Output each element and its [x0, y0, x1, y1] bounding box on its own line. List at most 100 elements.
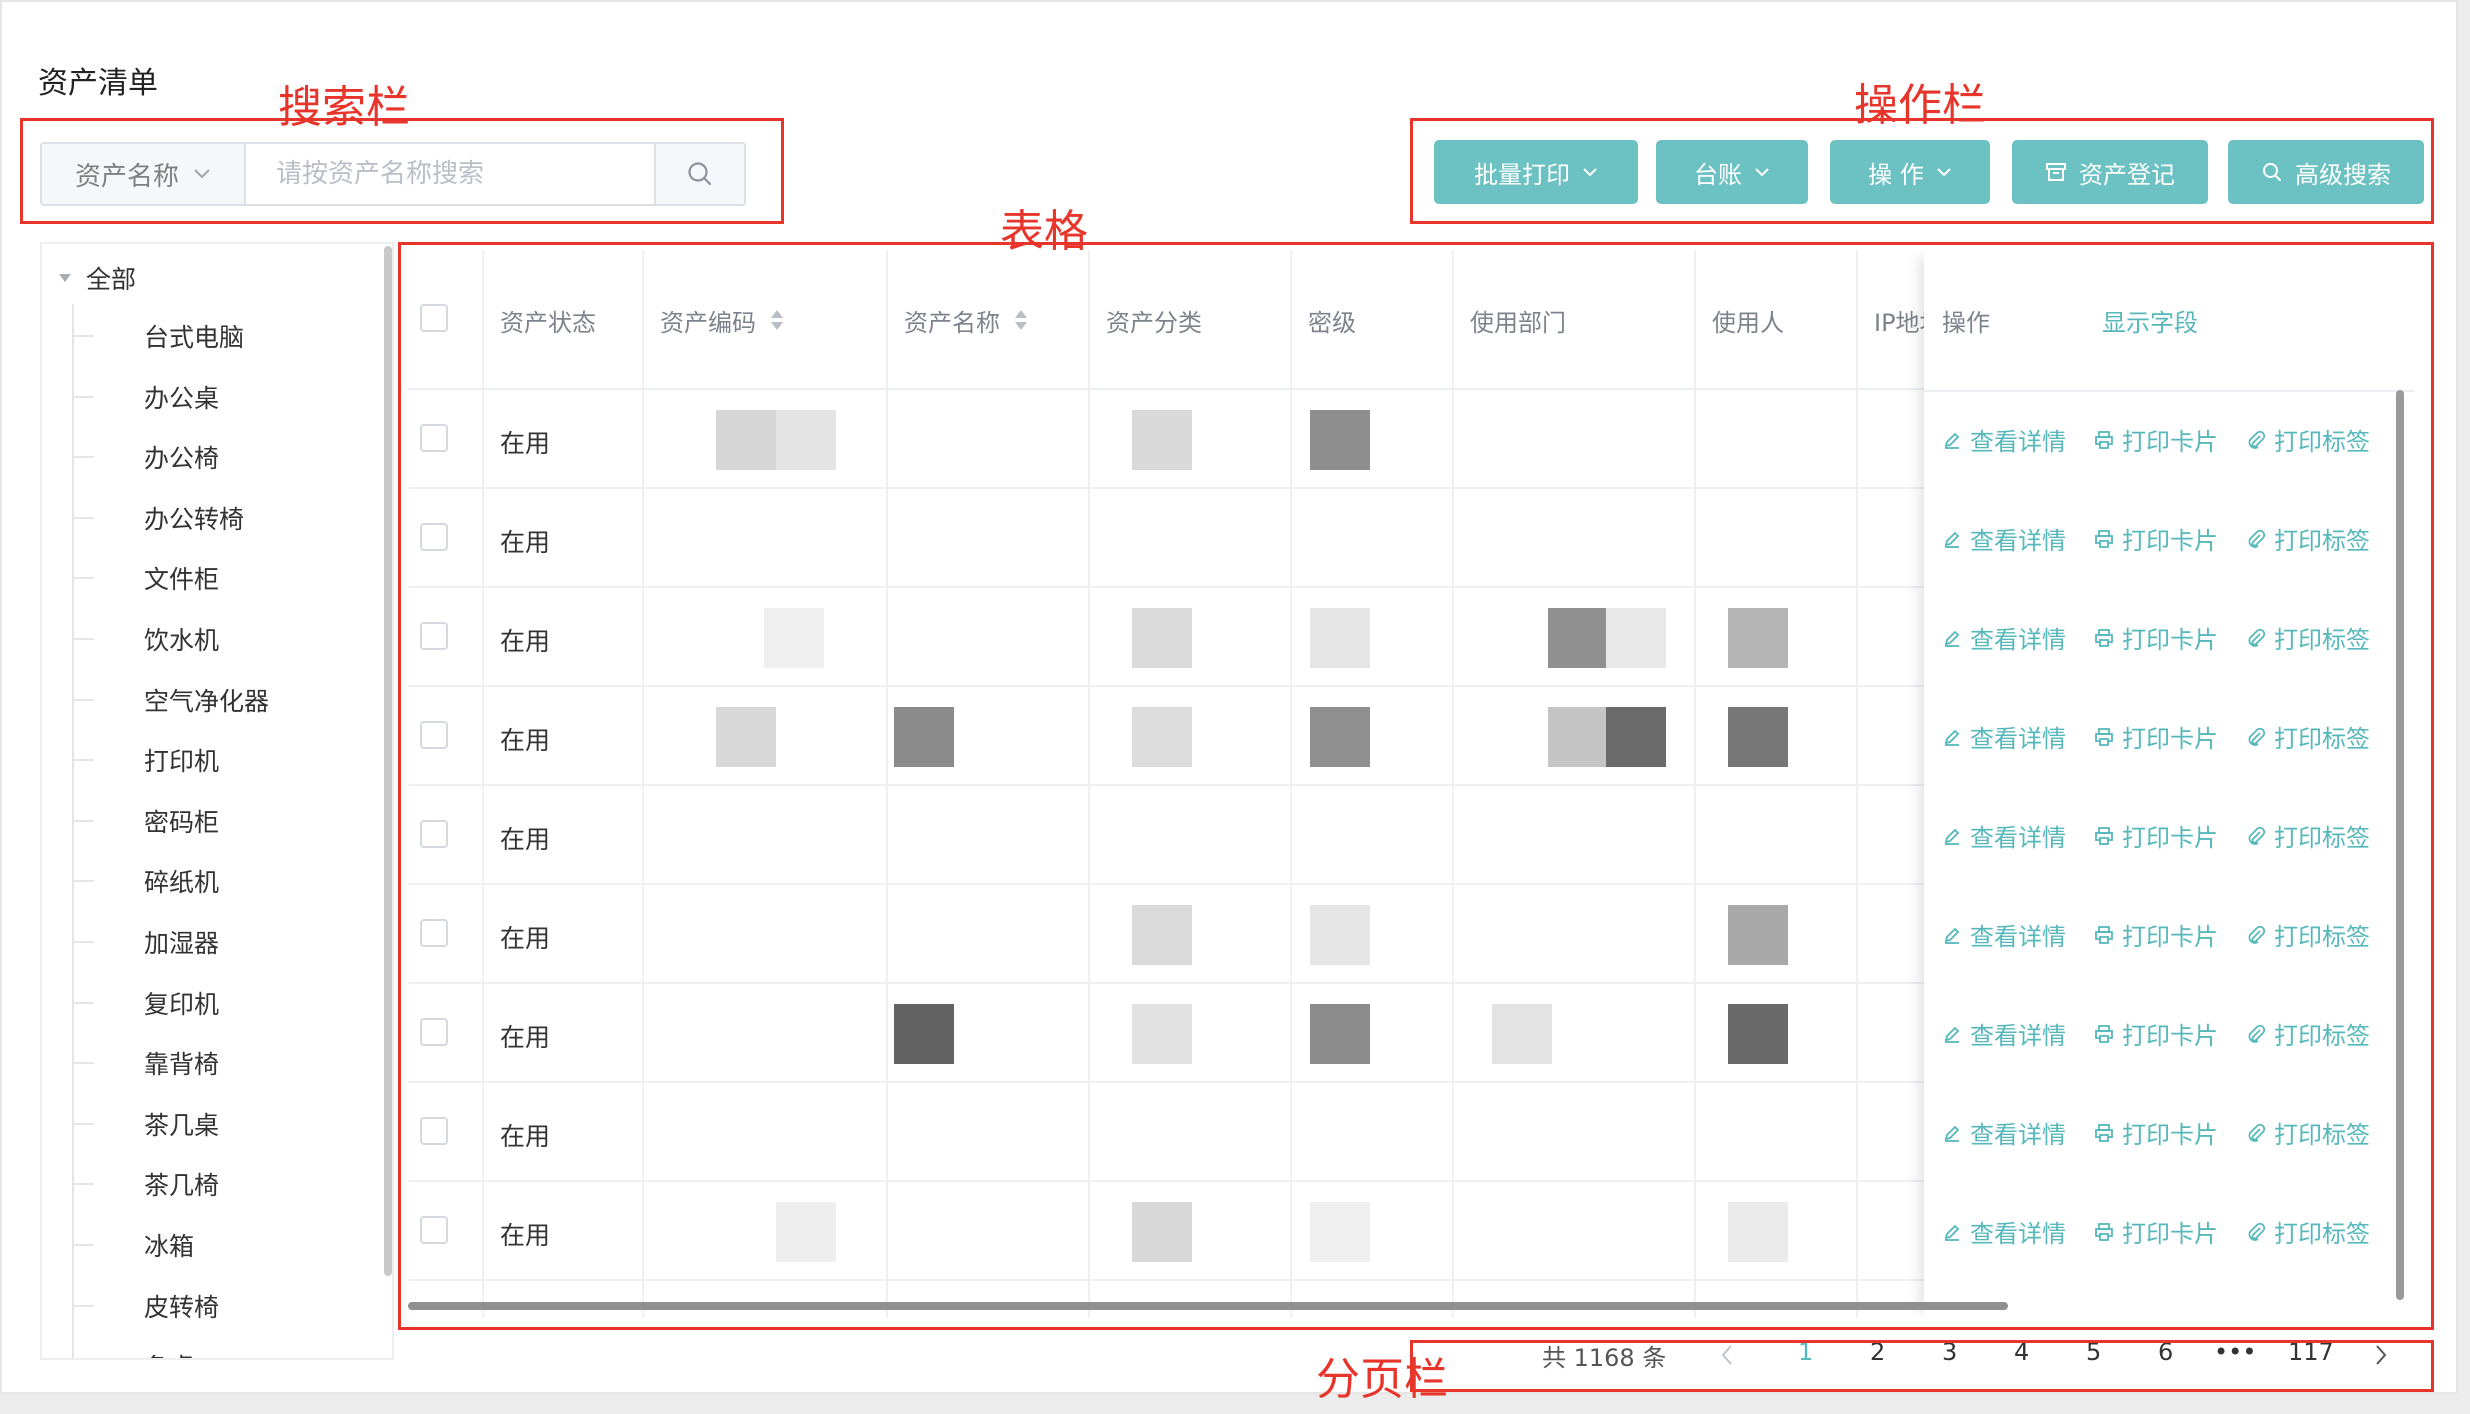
row-actions: 查看详情 打印卡片 打印标签 — [1942, 1214, 2370, 1249]
operate-button[interactable]: 操 作 — [1830, 140, 1990, 204]
tree-scrollbar[interactable] — [384, 246, 392, 1276]
asset-table: 在用 在用 在用 在用 在用 在用 在用 在用 在用 资产状态 资产编码 资产名称 资产分类 密… — [408, 250, 2414, 1318]
row-action-print-card[interactable]: 打印卡片 — [2094, 521, 2218, 556]
row-checkbox[interactable] — [420, 1018, 448, 1046]
row-checkbox[interactable] — [420, 523, 448, 551]
table-vertical-scrollbar[interactable] — [2396, 390, 2404, 1300]
redacted-cell — [716, 707, 776, 767]
page-number[interactable]: 3 — [1942, 1338, 1957, 1366]
search-button[interactable] — [654, 144, 744, 204]
tree-connector — [72, 1062, 94, 1065]
tree-item[interactable]: 冰箱 — [72, 1225, 194, 1265]
row-action-print-card[interactable]: 打印卡片 — [2094, 1016, 2218, 1051]
tree-item[interactable]: 台式电脑 — [72, 316, 244, 356]
tree-root[interactable]: 全部 — [58, 258, 136, 298]
row-action-print-label[interactable]: 打印标签 — [2246, 818, 2370, 853]
table-horizontal-scrollbar[interactable] — [408, 1302, 2008, 1310]
row-action-print-label[interactable]: 打印标签 — [2246, 1214, 2370, 1249]
row-checkbox[interactable] — [420, 919, 448, 947]
tree-connector — [72, 335, 94, 337]
printer-icon — [2095, 529, 2113, 548]
row-action-view[interactable]: 查看详情 — [1942, 917, 2066, 952]
batch-print-button[interactable]: 批量打印 — [1434, 140, 1638, 204]
pagination-ellipsis[interactable]: ••• — [2214, 1338, 2256, 1366]
tree-item[interactable]: 皮转椅 — [72, 1286, 219, 1326]
tree-item[interactable]: 文件柜 — [72, 558, 219, 598]
row-action-print-card[interactable]: 打印卡片 — [2094, 422, 2218, 457]
row-action-view[interactable]: 查看详情 — [1942, 1115, 2066, 1150]
select-all-checkbox[interactable] — [420, 304, 448, 332]
row-action-view[interactable]: 查看详情 — [1942, 1214, 2066, 1249]
tree-item[interactable]: 打印机 — [72, 740, 219, 780]
row-status: 在用 — [500, 1122, 551, 1151]
prev-page-icon[interactable] — [1720, 1344, 1734, 1366]
tree-item[interactable]: 办公转椅 — [72, 498, 244, 538]
tree-item[interactable]: 茶几椅 — [72, 1164, 219, 1204]
tree-item[interactable]: 碎纸机 — [72, 861, 219, 901]
row-checkbox[interactable] — [420, 1117, 448, 1145]
row-checkbox[interactable] — [420, 721, 448, 749]
tree-item[interactable]: 加湿器 — [72, 922, 219, 962]
tree-item-label: 密码柜 — [144, 807, 220, 837]
edit-icon — [1944, 531, 1960, 548]
row-action-label: 打印标签 — [2274, 1121, 2370, 1149]
search-input[interactable] — [246, 144, 654, 204]
row-checkbox[interactable] — [420, 820, 448, 848]
row-action-print-card[interactable]: 打印卡片 — [2094, 719, 2218, 754]
tree-item[interactable]: 办公椅 — [72, 437, 219, 477]
row-action-print-card[interactable]: 打印卡片 — [2094, 818, 2218, 853]
row-action-print-card[interactable]: 打印卡片 — [2094, 917, 2218, 952]
row-action-print-card[interactable]: 打印卡片 — [2094, 1115, 2218, 1150]
tree-item-label: 加湿器 — [144, 929, 220, 958]
row-action-view[interactable]: 查看详情 — [1942, 521, 2066, 556]
tree-item[interactable]: 空气净化器 — [72, 680, 269, 720]
tree-item[interactable]: 办公桌 — [72, 377, 219, 417]
row-action-label: 打印标签 — [2274, 1220, 2370, 1248]
printer-icon — [2095, 925, 2113, 944]
ledger-button[interactable]: 台账 — [1656, 140, 1808, 204]
row-checkbox[interactable] — [420, 622, 448, 650]
page-card: 资产清单 资产名称 批量打印 台账 操 作 资产登记 高 — [0, 0, 2458, 1394]
row-action-view[interactable]: 查看详情 — [1942, 719, 2066, 754]
search-field-select[interactable]: 资产名称 — [42, 144, 246, 204]
page-number[interactable]: 6 — [2158, 1338, 2173, 1366]
tree-item[interactable]: 条桌 — [72, 1346, 194, 1358]
tree-item[interactable]: 复印机 — [72, 983, 219, 1023]
tree-item[interactable]: 饮水机 — [72, 619, 219, 659]
row-action-print-label[interactable]: 打印标签 — [2246, 1115, 2370, 1150]
register-asset-button[interactable]: 资产登记 — [2012, 140, 2208, 204]
row-action-print-label[interactable]: 打印标签 — [2246, 521, 2370, 556]
page-number[interactable]: 4 — [2014, 1338, 2029, 1366]
row-checkbox[interactable] — [420, 1216, 448, 1244]
page-last[interactable]: 117 — [2288, 1338, 2334, 1366]
row-action-view[interactable]: 查看详情 — [1942, 1016, 2066, 1051]
row-action-print-label[interactable]: 打印标签 — [2246, 620, 2370, 655]
row-action-print-label[interactable]: 打印标签 — [2246, 422, 2370, 457]
row-action-view[interactable]: 查看详情 — [1942, 818, 2066, 853]
col-header-name[interactable]: 资产名称 — [886, 250, 1088, 390]
category-tree: 全部 台式电脑办公桌办公椅办公转椅文件柜饮水机空气净化器打印机密码柜碎纸机加湿器… — [40, 242, 394, 1360]
row-action-print-card[interactable]: 打印卡片 — [2094, 1214, 2218, 1249]
tree-item[interactable]: 密码柜 — [72, 801, 219, 841]
col-header-code[interactable]: 资产编码 — [642, 250, 886, 390]
tree-item-label: 饮水机 — [144, 626, 220, 655]
row-action-print-label[interactable]: 打印标签 — [2246, 1016, 2370, 1051]
row-action-print-label[interactable]: 打印标签 — [2246, 719, 2370, 754]
row-action-view[interactable]: 查看详情 — [1942, 422, 2066, 457]
row-action-print-card[interactable]: 打印卡片 — [2094, 620, 2218, 655]
next-page-icon[interactable] — [2374, 1344, 2388, 1366]
row-action-label: 查看详情 — [1970, 725, 2066, 753]
row-action-view[interactable]: 查看详情 — [1942, 620, 2066, 655]
page-number[interactable]: 1 — [1798, 1338, 1813, 1366]
tree-item[interactable]: 茶几桌 — [72, 1104, 219, 1144]
redacted-cell — [1728, 608, 1788, 668]
row-action-print-label[interactable]: 打印标签 — [2246, 917, 2370, 952]
advanced-search-button[interactable]: 高级搜索 — [2228, 140, 2424, 204]
page-number[interactable]: 5 — [2086, 1338, 2101, 1366]
paperclip-icon — [2248, 1024, 2266, 1043]
page-number[interactable]: 2 — [1870, 1338, 1885, 1366]
row-actions: 查看详情 打印卡片 打印标签 — [1942, 422, 2370, 457]
tree-item[interactable]: 靠背椅 — [72, 1043, 219, 1083]
show-fields-link[interactable]: 显示字段 — [2084, 250, 2284, 390]
row-checkbox[interactable] — [420, 424, 448, 452]
